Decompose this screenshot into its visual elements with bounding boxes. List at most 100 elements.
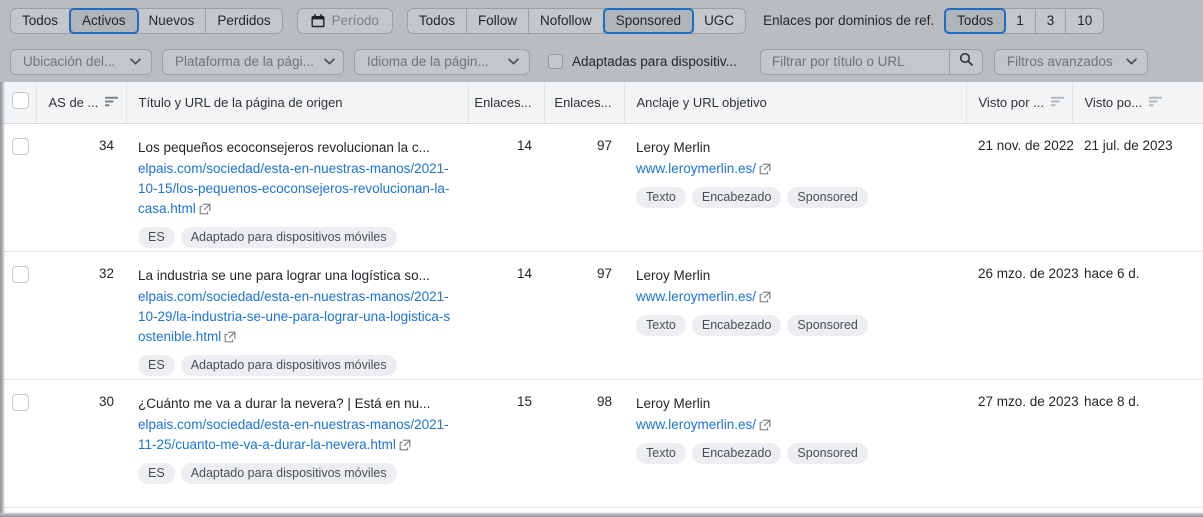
row-title-cell: ¿Cuánto me va a durar la nevera? | Está … [126, 379, 468, 508]
column-header-links-1: Enlaces... [468, 82, 545, 124]
links-per-domain-todos[interactable]: Todos [944, 7, 1007, 34]
row-select-cell[interactable] [0, 379, 36, 508]
row-anchor-cell: Leroy Merlin www.leroymerlin.es/ Texto E… [624, 123, 966, 252]
external-link-icon[interactable] [756, 289, 771, 304]
page-tag: Adaptado para dispositivos móviles [180, 462, 397, 484]
external-link-icon[interactable] [221, 329, 236, 344]
seen-last-value: 21 jul. de 2023 [1084, 137, 1173, 153]
external-link-icon[interactable] [196, 201, 211, 216]
source-page-title: ¿Cuánto me va a durar la nevera? | Está … [138, 395, 431, 411]
column-header-title-label: Título y URL de la página de origen [138, 94, 343, 110]
page-platform-dropdown[interactable]: Plataforma de la pági... [162, 48, 344, 75]
row-seen-last-cell: hace 8 d. [1072, 379, 1203, 508]
table-header: AS de ... Título y URL de la página de o… [0, 82, 1203, 124]
search-filter[interactable]: Filtrar por título o URL [759, 48, 983, 75]
source-page-url-text: elpais.com/sociedad/esta-en-nuestras-man… [138, 288, 451, 344]
row-checkbox[interactable] [12, 137, 29, 155]
sort-icon[interactable] [105, 95, 119, 110]
page-tag: ES [138, 354, 175, 376]
follow-option-follow[interactable]: Follow [467, 8, 529, 33]
column-header-seen-last-label: Visto po... [1084, 94, 1143, 110]
row-select-cell[interactable] [0, 123, 36, 252]
table-header-row: AS de ... Título y URL de la página de o… [0, 82, 1203, 124]
links-per-domain-3[interactable]: 3 [1036, 8, 1067, 33]
column-header-links-1-label: Enlaces... [474, 94, 532, 110]
filters-row-2: Ubicación del... Plataforma de la pági..… [0, 41, 1203, 82]
column-header-seen-first[interactable]: Visto por ... [966, 82, 1073, 124]
page-language-dropdown[interactable]: Idioma de la págin... [354, 48, 530, 75]
backlinks-table: AS de ... Título y URL de la página de o… [0, 82, 1203, 508]
mobile-friendly-checkbox[interactable]: Adaptadas para dispositiv... [548, 54, 737, 69]
column-header-as[interactable]: AS de ... [36, 82, 127, 124]
anchor-tag: Sponsored [787, 442, 868, 464]
follow-option-ugc[interactable]: UGC [693, 9, 745, 33]
links-per-domain-10[interactable]: 10 [1066, 9, 1103, 33]
seen-first-value: 27 mzo. de 2023 [978, 393, 1079, 409]
follow-option-nofollow[interactable]: Nofollow [529, 8, 604, 33]
row-links-1-cell: 14 [468, 251, 544, 380]
search-input[interactable]: Filtrar por título o URL [761, 50, 949, 74]
page-tag: Adaptado para dispositivos móviles [180, 226, 397, 248]
row-as-cell: 34 [36, 123, 126, 252]
source-page-url[interactable]: elpais.com/sociedad/esta-en-nuestras-man… [138, 287, 456, 347]
select-all-checkbox[interactable] [12, 92, 29, 110]
anchor-text: Leroy Merlin [636, 139, 711, 155]
status-option-perdidos[interactable]: Perdidos [206, 9, 281, 33]
external-link-icon[interactable] [756, 161, 771, 176]
anchor-tag-list: Texto Encabezado Sponsored [636, 314, 954, 336]
sort-icon[interactable] [1051, 95, 1065, 110]
backlinks-table-container: AS de ... Título y URL de la página de o… [0, 82, 1203, 517]
search-button[interactable] [948, 49, 982, 74]
source-page-url[interactable]: elpais.com/sociedad/esta-en-nuestras-man… [138, 159, 456, 219]
column-header-as-label: AS de ... [48, 94, 99, 110]
advanced-filters-label: Filtros avanzados [1006, 54, 1113, 69]
row-links-1-cell: 15 [468, 379, 544, 508]
target-url[interactable]: www.leroymerlin.es/ [636, 287, 954, 307]
follow-option-sponsored[interactable]: Sponsored [602, 7, 695, 34]
status-option-activos[interactable]: Activos [69, 7, 139, 34]
row-title-cell: La industria se une para lograr una logí… [126, 251, 468, 380]
mobile-friendly-checkbox-box[interactable] [548, 54, 563, 69]
external-link-icon[interactable] [756, 417, 771, 432]
row-links-2-cell: 97 [544, 251, 624, 380]
status-option-todos[interactable]: Todos [11, 8, 71, 33]
follow-option-todos[interactable]: Todos [408, 8, 467, 33]
status-segmented-control[interactable]: Todos Activos Nuevos Perdidos [10, 7, 283, 34]
links-per-domain-control[interactable]: Todos 1 3 10 [944, 7, 1105, 34]
follow-segmented-control[interactable]: Todos Follow Nofollow Sponsored UGC [406, 7, 747, 34]
target-url-text: www.leroymerlin.es/ [636, 160, 757, 176]
links-per-domain-1[interactable]: 1 [1005, 8, 1036, 33]
row-seen-last-cell: hace 6 d. [1072, 251, 1203, 380]
mobile-friendly-label: Adaptadas para dispositiv... [572, 54, 737, 69]
select-all-header[interactable] [0, 82, 37, 124]
advanced-filters-dropdown[interactable]: Filtros avanzados [993, 48, 1148, 75]
filters-row-1: Todos Activos Nuevos Perdidos Período To… [0, 0, 1203, 41]
row-seen-first-cell: 26 mzo. de 2023 [966, 251, 1079, 380]
sort-icon[interactable] [1149, 95, 1163, 110]
row-checkbox[interactable] [12, 393, 29, 411]
row-checkbox[interactable] [12, 265, 29, 283]
chevron-down-icon [508, 58, 519, 65]
column-header-seen-first-label: Visto por ... [978, 94, 1045, 110]
table-row[interactable]: 30 ¿Cuánto me va a durar la nevera? | Es… [0, 379, 1203, 508]
table-body: 34 Los pequeños ecoconsejeros revolucion… [0, 123, 1203, 508]
source-page-url[interactable]: elpais.com/sociedad/esta-en-nuestras-man… [138, 415, 456, 455]
table-row[interactable]: 34 Los pequeños ecoconsejeros revolucion… [0, 123, 1203, 252]
table-row[interactable]: 32 La industria se une para lograr una l… [0, 251, 1203, 380]
page-platform-label: Plataforma de la pági... [175, 54, 314, 69]
page-location-dropdown[interactable]: Ubicación del... [10, 48, 152, 75]
period-button[interactable]: Período [296, 7, 393, 34]
page-location-label: Ubicación del... [23, 54, 116, 69]
anchor-tag: Texto [636, 186, 686, 208]
row-anchor-cell: Leroy Merlin www.leroymerlin.es/ Texto E… [624, 251, 966, 380]
page-tag-list: ES Adaptado para dispositivos móviles [138, 226, 456, 248]
target-url[interactable]: www.leroymerlin.es/ [636, 415, 954, 435]
column-header-seen-last[interactable]: Visto po... [1072, 82, 1203, 124]
target-url[interactable]: www.leroymerlin.es/ [636, 159, 954, 179]
external-link-icon[interactable] [396, 437, 411, 452]
anchor-tag: Encabezado [691, 442, 782, 464]
status-option-nuevos[interactable]: Nuevos [138, 8, 207, 33]
page-language-label: Idioma de la págin... [367, 54, 489, 69]
column-header-links-2: Enlaces... [544, 82, 625, 124]
row-select-cell[interactable] [0, 251, 36, 380]
